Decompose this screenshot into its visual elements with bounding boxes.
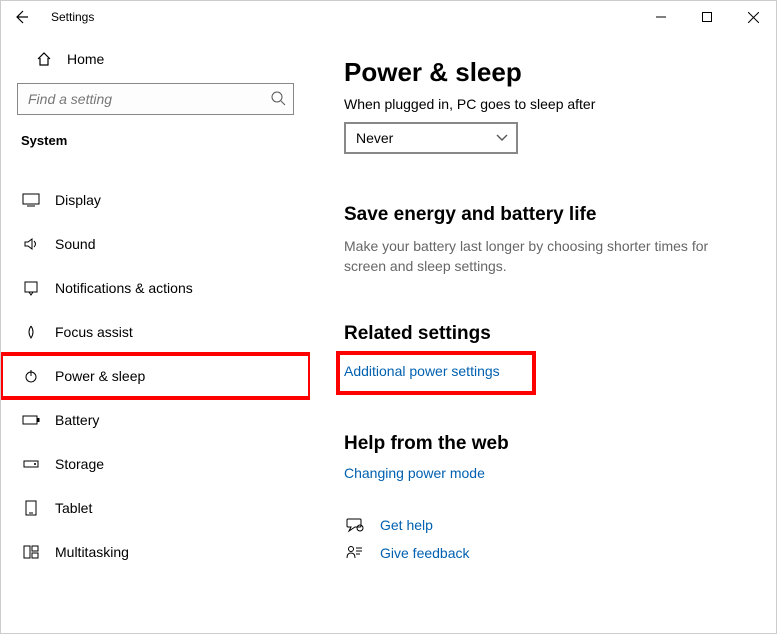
energy-heading: Save energy and battery life <box>344 204 736 226</box>
sidebar-item-sound[interactable]: Sound <box>1 222 310 266</box>
sidebar-item-battery[interactable]: Battery <box>1 398 310 442</box>
section-label: System <box>1 129 310 164</box>
additional-power-settings-link[interactable]: Additional power settings <box>344 363 500 379</box>
sidebar-item-label: Notifications & actions <box>55 280 193 296</box>
sidebar-item-tablet[interactable]: Tablet <box>1 486 310 530</box>
window-buttons <box>638 1 776 33</box>
sidebar-item-multitasking[interactable]: Multitasking <box>1 530 310 574</box>
power-icon <box>21 368 41 384</box>
battery-icon <box>21 414 41 426</box>
dropdown-value: Never <box>356 130 393 146</box>
content-pane: Power & sleep When plugged in, PC goes t… <box>310 33 776 633</box>
changing-power-mode-link[interactable]: Changing power mode <box>344 465 485 481</box>
sound-icon <box>21 236 41 252</box>
sidebar-item-focus-assist[interactable]: Focus assist <box>1 310 310 354</box>
sidebar-home-label: Home <box>67 51 104 67</box>
get-help-link[interactable]: Get help <box>380 517 433 533</box>
close-button[interactable] <box>730 1 776 33</box>
sidebar-nav: Display Sound Notifications & actions Fo… <box>1 164 310 574</box>
sidebar: Home System Display Sound Notifications … <box>1 33 310 633</box>
tablet-icon <box>21 500 41 516</box>
storage-icon <box>21 458 41 470</box>
energy-description: Make your battery last longer by choosin… <box>344 236 714 277</box>
sidebar-item-label: Focus assist <box>55 324 133 340</box>
sidebar-item-label: Multitasking <box>55 544 129 560</box>
sidebar-item-display[interactable]: Display <box>1 178 310 222</box>
home-icon <box>35 51 53 67</box>
sidebar-item-notifications[interactable]: Notifications & actions <box>1 266 310 310</box>
sidebar-home[interactable]: Home <box>1 45 310 73</box>
chevron-down-icon <box>496 134 508 142</box>
feedback-icon <box>344 545 366 561</box>
display-icon <box>21 193 41 207</box>
maximize-button[interactable] <box>684 1 730 33</box>
sidebar-item-storage[interactable]: Storage <box>1 442 310 486</box>
sidebar-item-label: Battery <box>55 412 99 428</box>
search-input[interactable] <box>17 83 294 115</box>
focus-icon <box>21 324 41 340</box>
plugged-in-label: When plugged in, PC goes to sleep after <box>344 96 736 112</box>
titlebar: Settings <box>1 1 776 33</box>
give-feedback-link[interactable]: Give feedback <box>380 545 470 561</box>
minimize-button[interactable] <box>638 1 684 33</box>
related-heading: Related settings <box>344 323 736 345</box>
search-icon <box>270 90 286 106</box>
highlighted-link-box: Additional power settings <box>340 355 532 391</box>
sidebar-item-label: Tablet <box>55 500 92 516</box>
multitasking-icon <box>21 545 41 559</box>
sleep-dropdown[interactable]: Never <box>344 122 518 154</box>
sidebar-item-label: Display <box>55 192 101 208</box>
sidebar-item-label: Storage <box>55 456 104 472</box>
window-title: Settings <box>51 10 94 24</box>
sidebar-item-label: Sound <box>55 236 95 252</box>
sidebar-item-power-sleep[interactable]: Power & sleep <box>1 354 310 398</box>
sidebar-item-label: Power & sleep <box>55 368 145 384</box>
back-button[interactable] <box>13 9 33 25</box>
help-heading: Help from the web <box>344 433 736 455</box>
page-heading: Power & sleep <box>344 57 736 88</box>
notifications-icon <box>21 280 41 296</box>
get-help-icon <box>344 517 366 533</box>
